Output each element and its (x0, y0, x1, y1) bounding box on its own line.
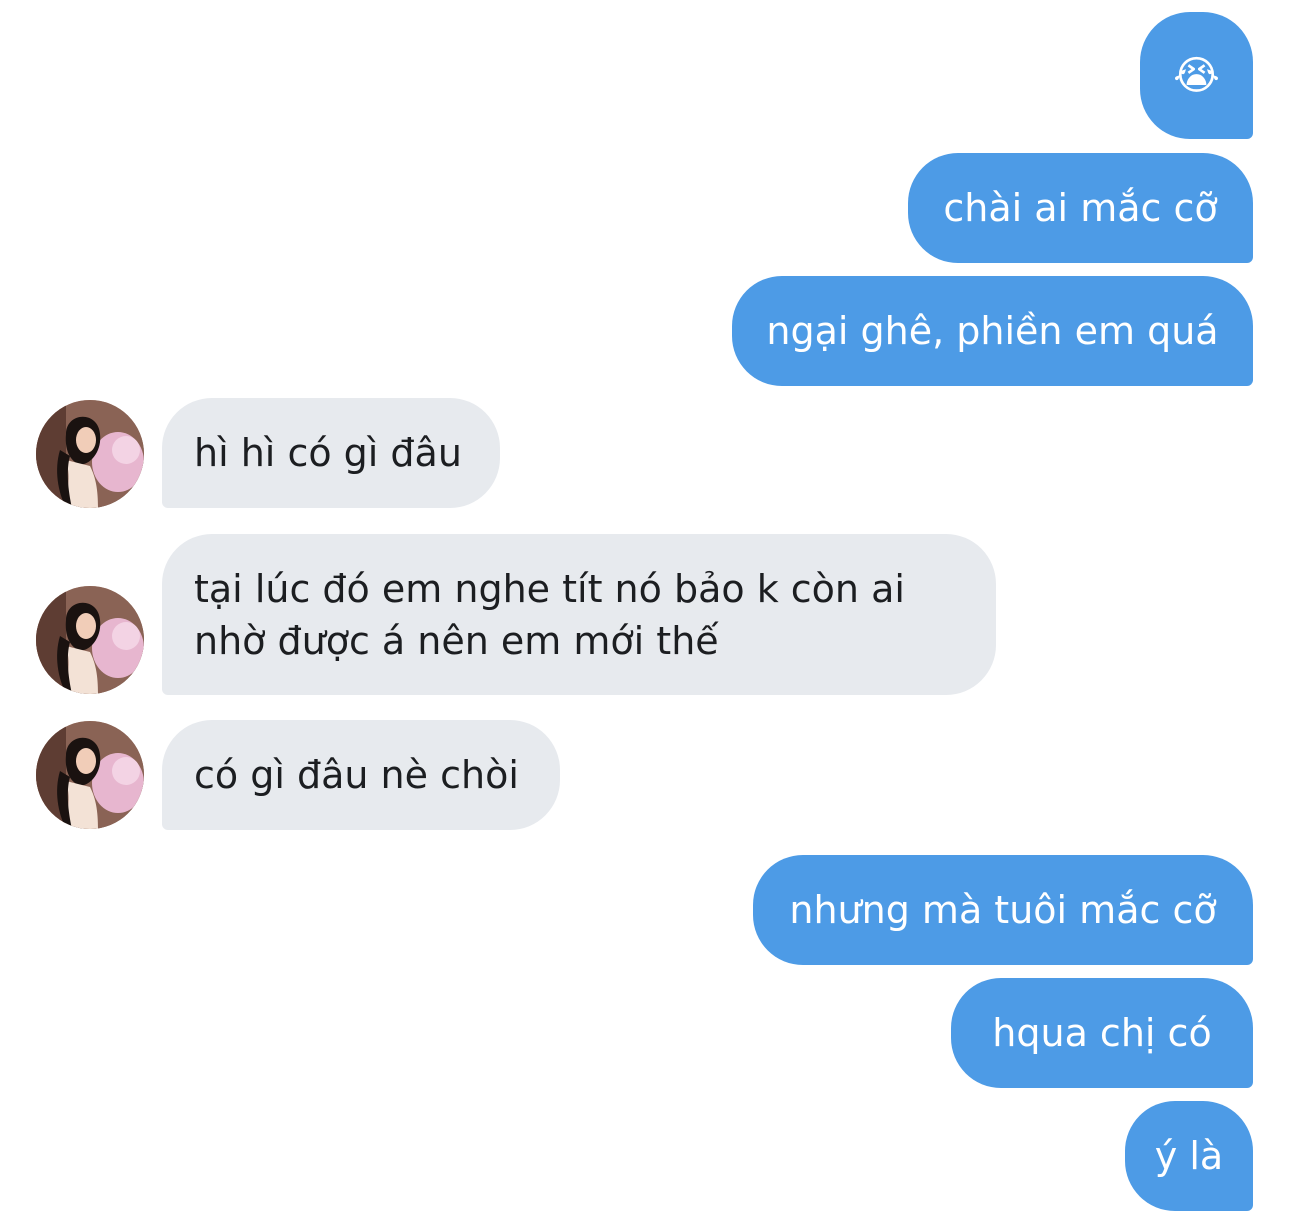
avatar-photo-icon (36, 400, 144, 508)
avatar-photo-icon (36, 721, 144, 829)
avatar-photo-icon (36, 586, 144, 694)
received-message-bubble[interactable]: có gì đâu nè chòi (162, 720, 560, 830)
crying-emoji-icon: 😭 (1173, 52, 1220, 99)
message-text: hì hì có gì đâu (194, 431, 462, 475)
message-text: hqua chị có (992, 1011, 1212, 1055)
sent-message-bubble[interactable]: ý là (1125, 1101, 1253, 1211)
message-text: ý là (1154, 1134, 1224, 1178)
message-text: có gì đâu nè chòi (194, 753, 519, 797)
message-text: ngại ghê, phiền em quá (766, 309, 1219, 353)
sent-message-bubble[interactable]: 😭 (1140, 12, 1253, 139)
message-text: chài ai mắc cỡ (943, 186, 1218, 230)
received-message-bubble[interactable]: hì hì có gì đâu (162, 398, 500, 508)
contact-avatar[interactable] (36, 586, 144, 694)
message-text: nhưng mà tuôi mắc cỡ (789, 888, 1217, 932)
sent-message-bubble[interactable]: chài ai mắc cỡ (908, 153, 1253, 263)
contact-avatar[interactable] (36, 400, 144, 508)
received-message-bubble[interactable]: tại lúc đó em nghe tít nó bảo k còn ai n… (162, 534, 996, 695)
sent-message-bubble[interactable]: ngại ghê, phiền em quá (732, 276, 1253, 386)
message-text: tại lúc đó em nghe tít nó bảo k còn ai n… (194, 566, 905, 663)
sent-message-bubble[interactable]: hqua chị có (951, 978, 1253, 1088)
contact-avatar[interactable] (36, 721, 144, 829)
sent-message-bubble[interactable]: nhưng mà tuôi mắc cỡ (753, 855, 1253, 965)
